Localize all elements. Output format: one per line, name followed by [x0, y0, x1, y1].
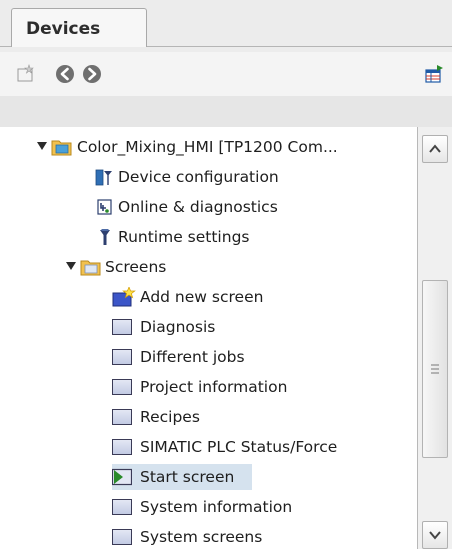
tree-item-online-diagnostics[interactable]: Online & diagnostics	[0, 192, 417, 222]
tree-item-add-new-screen[interactable]: Add new screen	[0, 282, 417, 312]
online-diagnostics-icon	[95, 197, 115, 217]
screen-icon	[112, 379, 132, 395]
tree-item-root[interactable]: Color_Mixing_HMI [TP1200 Com...	[0, 132, 417, 162]
project-tree: Color_Mixing_HMI [TP1200 Com... Device c…	[0, 127, 417, 549]
tree-item-label: Project information	[140, 378, 288, 396]
tree-item-label: Recipes	[140, 408, 200, 426]
tree-item-label: Start screen	[140, 468, 235, 486]
tab-devices[interactable]: Devices	[11, 8, 147, 47]
tree-item-device-configuration[interactable]: Device configuration	[0, 162, 417, 192]
new-item-icon[interactable]	[16, 64, 36, 84]
tree-item-screen[interactable]: System information	[0, 492, 417, 522]
screen-icon	[112, 499, 132, 515]
table-view-icon[interactable]	[424, 64, 444, 84]
tree-item-label: Device configuration	[118, 168, 279, 186]
tree-item-label: System screens	[140, 528, 263, 546]
chevron-down-icon	[429, 531, 441, 540]
wrench-icon	[95, 227, 115, 247]
scroll-down-button[interactable]	[422, 521, 448, 549]
tree-item-screen[interactable]: Different jobs	[0, 342, 417, 372]
tree-item-screen[interactable]: Project information	[0, 372, 417, 402]
tree-item-runtime-settings[interactable]: Runtime settings	[0, 222, 417, 252]
expand-arrow-icon[interactable]	[66, 262, 76, 270]
scroll-thumb[interactable]	[422, 280, 448, 458]
scroll-up-button[interactable]	[422, 135, 448, 163]
tree-item-screen[interactable]: Diagnosis	[0, 312, 417, 342]
screen-icon	[112, 409, 132, 425]
tree-item-label: SIMATIC PLC Status/Force	[140, 438, 338, 456]
tree-item-label: Runtime settings	[118, 228, 250, 246]
tree-item-screen[interactable]: SIMATIC PLC Status/Force	[0, 432, 417, 462]
tree-item-screen-selected[interactable]: Start screen	[0, 462, 417, 492]
start-screen-icon	[111, 467, 133, 487]
forward-icon[interactable]	[82, 64, 102, 84]
screen-icon	[112, 439, 132, 455]
tree-item-label: System information	[140, 498, 293, 516]
tree-item-label: Screens	[105, 258, 167, 276]
chevron-up-icon	[429, 144, 441, 153]
screen-icon	[112, 319, 132, 335]
back-icon[interactable]	[55, 64, 75, 84]
folder-icon	[80, 257, 101, 277]
tree-item-label: Diagnosis	[140, 318, 216, 336]
screen-icon	[112, 349, 132, 365]
tree-item-screen[interactable]: System screens	[0, 522, 417, 549]
hmi-folder-icon	[51, 137, 72, 157]
add-new-screen-icon	[112, 286, 136, 307]
expand-arrow-icon[interactable]	[37, 142, 47, 150]
tree-item-label: Add new screen	[140, 288, 264, 306]
vertical-scrollbar[interactable]	[417, 127, 452, 549]
device-configuration-icon	[94, 167, 114, 187]
grip-icon	[431, 364, 439, 374]
tree-item-label: Different jobs	[140, 348, 245, 366]
tree-item-screen[interactable]: Recipes	[0, 402, 417, 432]
screen-icon	[112, 529, 132, 545]
tree-item-label: Color_Mixing_HMI [TP1200 Com...	[77, 138, 338, 156]
tree-item-label: Online & diagnostics	[118, 198, 278, 216]
tree-item-screens[interactable]: Screens	[0, 252, 417, 282]
header-strip	[0, 96, 452, 127]
tab-devices-label: Devices	[26, 19, 101, 39]
